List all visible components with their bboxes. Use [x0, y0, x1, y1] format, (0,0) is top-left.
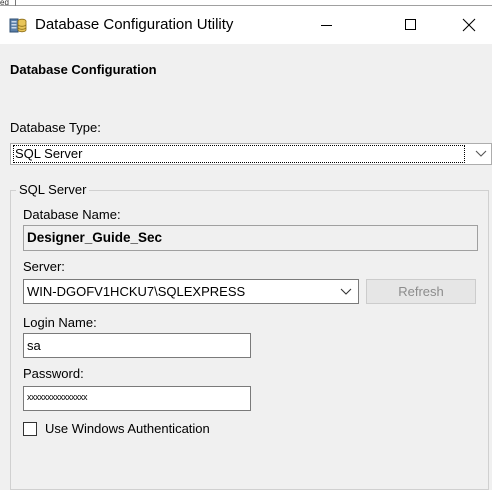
maximize-icon: [405, 19, 416, 30]
title-bar[interactable]: Database Configuration Utility: [0, 6, 492, 44]
login-name-input[interactable]: sa: [23, 333, 251, 358]
chevron-down-icon[interactable]: [340, 287, 352, 297]
database-name-field: Designer_Guide_Sec: [23, 225, 478, 251]
windows-auth-label[interactable]: Use Windows Authentication: [45, 421, 210, 436]
database-app-icon: [9, 16, 27, 34]
server-combobox[interactable]: WIN-DGOFV1HCKU7\SQLEXPRESS: [23, 279, 359, 304]
database-type-label: Database Type:: [10, 120, 101, 135]
chevron-down-icon: [475, 150, 487, 157]
login-name-label: Login Name:: [23, 315, 97, 330]
server-label: Server:: [23, 259, 65, 274]
window-title: Database Configuration Utility: [35, 16, 234, 33]
minimize-icon: [321, 25, 332, 26]
server-value: WIN-DGOFV1HCKU7\SQLEXPRESS: [27, 284, 246, 299]
close-button[interactable]: [446, 6, 492, 44]
database-type-value: SQL Server: [13, 145, 465, 163]
maximize-button[interactable]: [388, 6, 434, 44]
close-icon: [462, 18, 476, 32]
password-input[interactable]: xxxxxxxxxxxxxxx: [23, 386, 251, 411]
group-title: SQL Server: [16, 182, 90, 197]
windows-auth-checkbox[interactable]: [23, 422, 37, 436]
minimize-button[interactable]: [304, 6, 350, 44]
database-name-label: Database Name:: [23, 207, 121, 222]
password-label: Password:: [23, 366, 84, 381]
section-heading: Database Configuration: [10, 62, 157, 77]
refresh-button[interactable]: Refresh: [366, 279, 476, 304]
database-type-select[interactable]: SQL Server: [10, 143, 492, 165]
